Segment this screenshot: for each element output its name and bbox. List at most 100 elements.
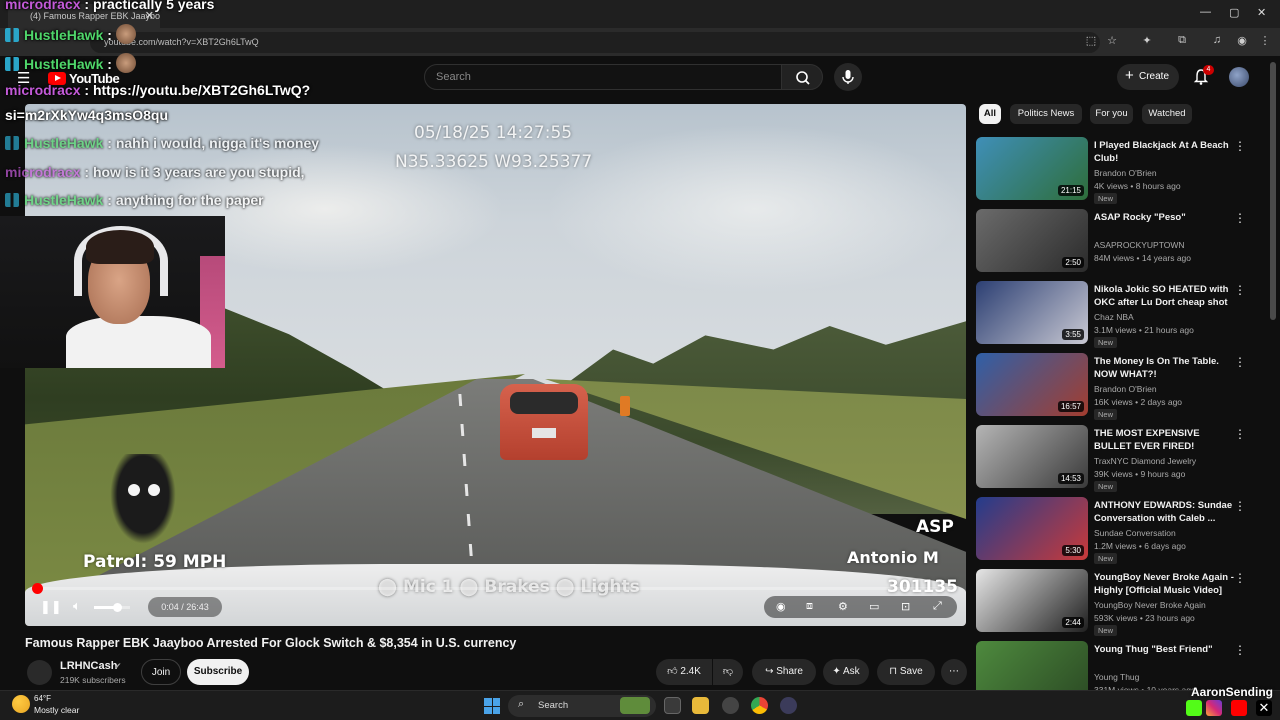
more-vertical-icon[interactable]: ⋮: [1234, 427, 1246, 441]
4k-app-icon[interactable]: [780, 697, 797, 714]
chrome-icon[interactable]: [751, 697, 768, 714]
recommendation-thumbnail[interactable]: 3:55: [976, 281, 1088, 344]
more-actions-button[interactable]: ⋯: [941, 659, 967, 685]
recommendation-thumbnail[interactable]: 21:15: [976, 137, 1088, 200]
recommendation-channel[interactable]: Brandon O'Brien: [1094, 384, 1157, 394]
ask-button[interactable]: ✦ Ask: [823, 659, 869, 685]
recommendation-item[interactable]: 3:55 Nikola Jokic SO HEATED with OKC afte…: [976, 281, 1266, 348]
miniplayer-icon[interactable]: ▭: [869, 600, 879, 613]
recommendation-channel[interactable]: YoungBoy Never Broke Again: [1094, 600, 1206, 610]
recommendation-title[interactable]: THE MOST EXPENSIVE BULLET EVER FIRED!: [1094, 427, 1234, 453]
media-icon[interactable]: ♫: [1210, 34, 1224, 48]
close-window-icon[interactable]: ✕: [1257, 6, 1266, 19]
recommendation-title[interactable]: ANTHONY EDWARDS: Sundae Conversation wit…: [1094, 499, 1234, 525]
recommendation-channel[interactable]: Young Thug: [1094, 672, 1139, 682]
recommendation-channel[interactable]: ASAPROCKYUPTOWN: [1094, 240, 1185, 250]
chip-all[interactable]: All: [979, 104, 1001, 124]
more-vertical-icon[interactable]: ⋮: [1234, 139, 1246, 153]
video-title: Famous Rapper EBK Jaayboo Arrested For G…: [25, 636, 517, 650]
chip-for-you[interactable]: For you: [1090, 104, 1133, 124]
maximize-icon[interactable]: ▢: [1229, 6, 1239, 19]
microphone-icon: [842, 70, 854, 84]
extensions-icon[interactable]: ✦: [1140, 34, 1154, 48]
like-button[interactable]: 👍︎ 2.4K: [656, 659, 712, 685]
recommendation-channel[interactable]: Chaz NBA: [1094, 312, 1134, 322]
more-vertical-icon[interactable]: ⋮: [1234, 643, 1246, 657]
recommendation-title[interactable]: I Played Blackjack At A Beach Club!: [1094, 139, 1234, 165]
task-view-icon[interactable]: [664, 697, 681, 714]
recommendation-channel[interactable]: Brandon O'Brien: [1094, 168, 1157, 178]
ghost-emote-overlay: [110, 454, 176, 544]
url-field[interactable]: youtube.com/watch?v=XBT2Gh6LTwQ: [90, 32, 1100, 53]
recommendation-thumbnail[interactable]: 2:50: [976, 209, 1088, 272]
settings-gear-icon[interactable]: ⚙: [838, 600, 848, 613]
video-progress-bar[interactable]: [32, 583, 954, 594]
recommendation-item[interactable]: 21:15 I Played Blackjack At A Beach Club!…: [976, 137, 1266, 204]
chat-text: how is it 3 years are you stupid,: [92, 164, 305, 180]
fullscreen-icon[interactable]: ⤢: [933, 600, 942, 613]
recommendation-title[interactable]: ASAP Rocky "Peso": [1094, 211, 1234, 224]
share-label: Share: [776, 666, 803, 677]
recommendation-thumbnail[interactable]: 2:44: [976, 569, 1088, 632]
create-button[interactable]: + Create: [1117, 64, 1179, 90]
more-vertical-icon[interactable]: ⋮: [1234, 283, 1246, 297]
more-vertical-icon[interactable]: ⋮: [1234, 355, 1246, 369]
account-avatar[interactable]: [1229, 67, 1249, 87]
recommendation-item[interactable]: Young Thug "Best Friend" Young Thug 331M v…: [976, 641, 1266, 690]
search-input[interactable]: Search: [424, 64, 782, 90]
recommendation-title[interactable]: Young Thug "Best Friend": [1094, 643, 1234, 656]
recommendation-title[interactable]: The Money Is On The Table. NOW WHAT?!: [1094, 355, 1234, 381]
browser-menu-icon[interactable]: ⋮: [1258, 34, 1272, 48]
recommendation-thumbnail[interactable]: [976, 641, 1088, 690]
recommendation-channel[interactable]: TraxNYC Diamond Jewelry: [1094, 456, 1196, 466]
app-icon[interactable]: [722, 697, 739, 714]
install-icon[interactable]: ⬚: [1084, 34, 1098, 48]
save-button[interactable]: ⊓ Save: [877, 659, 935, 685]
minimize-icon[interactable]: —: [1200, 6, 1211, 18]
recommendation-item[interactable]: 2:50 ASAP Rocky "Peso" ASAPROCKYUPTOWN 84M …: [976, 209, 1266, 273]
more-vertical-icon[interactable]: ⋮: [1234, 571, 1246, 585]
chip-politics-news[interactable]: Politics News: [1010, 104, 1082, 124]
subtitles-icon[interactable]: ⧈: [806, 600, 813, 613]
search-icon: [796, 71, 810, 85]
chip-watched[interactable]: Watched: [1142, 104, 1192, 124]
more-vertical-icon[interactable]: ⋮: [1234, 499, 1246, 513]
cast-to-tv-icon[interactable]: ⊡: [901, 600, 910, 613]
recommendation-thumbnail[interactable]: 16:57: [976, 353, 1088, 416]
recommendation-item[interactable]: 16:57 The Money Is On The Table. NOW WHAT…: [976, 353, 1266, 420]
autoplay-toggle-icon[interactable]: ◉: [776, 600, 786, 613]
share-button[interactable]: ↪ Share: [752, 659, 816, 685]
recommendation-title[interactable]: Nikola Jokic SO HEATED with OKC after Lu…: [1094, 283, 1234, 309]
recommendation-thumbnail[interactable]: 14:53: [976, 425, 1088, 488]
volume-icon[interactable]: 🔈︎: [73, 598, 81, 614]
recommendation-item[interactable]: 14:53 THE MOST EXPENSIVE BULLET EVER FIRE…: [976, 425, 1266, 492]
volume-slider[interactable]: [94, 603, 130, 612]
subscribe-button[interactable]: Subscribe: [187, 659, 249, 685]
channel-avatar[interactable]: [27, 660, 52, 685]
recommendation-thumbnail[interactable]: 5:30: [976, 497, 1088, 560]
file-explorer-icon[interactable]: [692, 697, 709, 714]
channel-name[interactable]: LRHNCash: [60, 660, 117, 672]
chat-text: practically 5 years: [92, 0, 215, 12]
kick-icon: [1186, 700, 1202, 716]
voice-search-button[interactable]: [834, 63, 862, 91]
cast-icon[interactable]: ⧉: [1175, 34, 1189, 48]
notification-count-badge: 4: [1203, 65, 1214, 75]
weather-icon[interactable]: [12, 695, 30, 713]
search-placeholder: Search: [436, 71, 471, 83]
search-button[interactable]: [781, 64, 823, 90]
page-scrollbar[interactable]: [1270, 62, 1276, 320]
profile-icon[interactable]: ◉: [1235, 34, 1249, 48]
more-vertical-icon[interactable]: ⋮: [1234, 211, 1246, 225]
windows-start-icon[interactable]: [484, 698, 500, 714]
recommendation-item[interactable]: 2:44 YoungBoy Never Broke Again - Highly …: [976, 569, 1266, 636]
search-highlight-icon[interactable]: [620, 697, 650, 714]
recommendation-channel[interactable]: Sundae Conversation: [1094, 528, 1176, 538]
recommendation-title[interactable]: YoungBoy Never Broke Again - Highly [Off…: [1094, 571, 1234, 597]
recommendation-item[interactable]: 5:30 ANTHONY EDWARDS: Sundae Conversation…: [976, 497, 1266, 564]
recommendation-meta: 3.1M views • 21 hours ago: [1094, 325, 1194, 335]
bookmark-star-icon[interactable]: ☆: [1105, 34, 1119, 48]
dislike-button[interactable]: 👎︎: [713, 659, 743, 685]
join-button[interactable]: Join: [141, 659, 181, 685]
pause-icon[interactable]: ❚❚: [40, 599, 62, 615]
